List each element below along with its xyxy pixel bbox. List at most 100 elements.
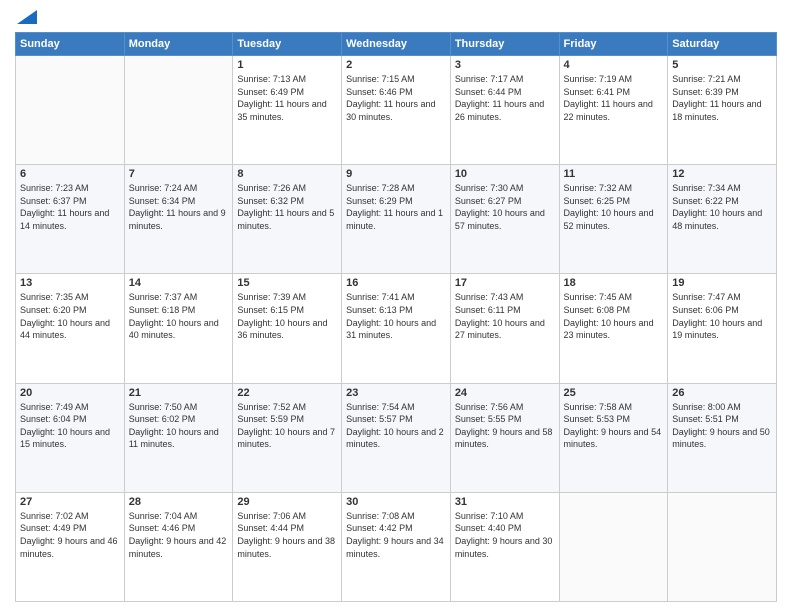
day-info: Sunrise: 7:56 AMSunset: 5:55 PMDaylight:…: [455, 401, 555, 451]
day-number: 31: [455, 496, 555, 508]
day-number: 8: [237, 168, 337, 180]
table-row: 21 Sunrise: 7:50 AMSunset: 6:02 PMDayligh…: [124, 383, 233, 492]
logo-icon: [17, 10, 37, 24]
day-info: Sunrise: 7:49 AMSunset: 6:04 PMDaylight:…: [20, 401, 120, 451]
day-number: 15: [237, 277, 337, 289]
calendar-header-row: Sunday Monday Tuesday Wednesday Thursday…: [16, 33, 777, 56]
day-number: 10: [455, 168, 555, 180]
day-info: Sunrise: 7:08 AMSunset: 4:42 PMDaylight:…: [346, 510, 446, 560]
table-row: 6 Sunrise: 7:23 AMSunset: 6:37 PMDaylight…: [16, 165, 125, 274]
day-info: Sunrise: 7:17 AMSunset: 6:44 PMDaylight:…: [455, 73, 555, 123]
day-info: Sunrise: 7:54 AMSunset: 5:57 PMDaylight:…: [346, 401, 446, 451]
table-row: 30 Sunrise: 7:08 AMSunset: 4:42 PMDayligh…: [342, 492, 451, 601]
day-info: Sunrise: 7:21 AMSunset: 6:39 PMDaylight:…: [672, 73, 772, 123]
day-info: Sunrise: 7:10 AMSunset: 4:40 PMDaylight:…: [455, 510, 555, 560]
table-row: 15Sunrise: 7:39 AMSunset: 6:15 PMDayligh…: [233, 274, 342, 383]
day-number: 3: [455, 59, 555, 71]
day-info: Sunrise: 7:37 AMSunset: 6:18 PMDaylight:…: [129, 291, 229, 341]
table-row: 20 Sunrise: 7:49 AMSunset: 6:04 PMDayligh…: [16, 383, 125, 492]
table-row: 9 Sunrise: 7:28 AMSunset: 6:29 PMDaylight…: [342, 165, 451, 274]
col-monday: Monday: [124, 33, 233, 56]
col-saturday: Saturday: [668, 33, 777, 56]
table-row: 17 Sunrise: 7:43 AMSunset: 6:11 PMDayligh…: [450, 274, 559, 383]
day-info: Sunrise: 7:24 AMSunset: 6:34 PMDaylight:…: [129, 182, 229, 232]
day-number: 30: [346, 496, 446, 508]
day-info: Sunrise: 7:06 AMSunset: 4:44 PMDaylight:…: [237, 510, 337, 560]
day-number: 18: [564, 277, 664, 289]
day-info: Sunrise: 7:58 AMSunset: 5:53 PMDaylight:…: [564, 401, 664, 451]
day-number: 20: [20, 387, 120, 399]
day-number: 4: [564, 59, 664, 71]
table-row: [16, 56, 125, 165]
day-info: Sunrise: 7:02 AMSunset: 4:49 PMDaylight:…: [20, 510, 120, 560]
table-row: 23 Sunrise: 7:54 AMSunset: 5:57 PMDayligh…: [342, 383, 451, 492]
table-row: 11Sunrise: 7:32 AMSunset: 6:25 PMDayligh…: [559, 165, 668, 274]
day-info: Sunrise: 8:00 AMSunset: 5:51 PMDaylight:…: [672, 401, 772, 451]
day-info: Sunrise: 7:41 AMSunset: 6:13 PMDaylight:…: [346, 291, 446, 341]
day-info: Sunrise: 7:30 AMSunset: 6:27 PMDaylight:…: [455, 182, 555, 232]
day-info: Sunrise: 7:50 AMSunset: 6:02 PMDaylight:…: [129, 401, 229, 451]
day-info: Sunrise: 7:45 AMSunset: 6:08 PMDaylight:…: [564, 291, 664, 341]
col-friday: Friday: [559, 33, 668, 56]
day-number: 11: [564, 168, 664, 180]
table-row: 3 Sunrise: 7:17 AMSunset: 6:44 PMDaylight…: [450, 56, 559, 165]
day-number: 19: [672, 277, 772, 289]
day-info: Sunrise: 7:15 AMSunset: 6:46 PMDaylight:…: [346, 73, 446, 123]
day-info: Sunrise: 7:43 AMSunset: 6:11 PMDaylight:…: [455, 291, 555, 341]
day-number: 7: [129, 168, 229, 180]
table-row: 7 Sunrise: 7:24 AMSunset: 6:34 PMDaylight…: [124, 165, 233, 274]
table-row: 31 Sunrise: 7:10 AMSunset: 4:40 PMDayligh…: [450, 492, 559, 601]
table-row: 16Sunrise: 7:41 AMSunset: 6:13 PMDayligh…: [342, 274, 451, 383]
day-number: 21: [129, 387, 229, 399]
day-number: 23: [346, 387, 446, 399]
calendar-table: Sunday Monday Tuesday Wednesday Thursday…: [15, 32, 777, 602]
day-number: 26: [672, 387, 772, 399]
table-row: 27 Sunrise: 7:02 AMSunset: 4:49 PMDayligh…: [16, 492, 125, 601]
day-number: 27: [20, 496, 120, 508]
table-row: 28Sunrise: 7:04 AMSunset: 4:46 PMDayligh…: [124, 492, 233, 601]
day-number: 25: [564, 387, 664, 399]
table-row: 25 Sunrise: 7:58 AMSunset: 5:53 PMDayligh…: [559, 383, 668, 492]
day-info: Sunrise: 7:47 AMSunset: 6:06 PMDaylight:…: [672, 291, 772, 341]
table-row: [668, 492, 777, 601]
day-number: 2: [346, 59, 446, 71]
day-info: Sunrise: 7:23 AMSunset: 6:37 PMDaylight:…: [20, 182, 120, 232]
day-number: 17: [455, 277, 555, 289]
table-row: 5 Sunrise: 7:21 AMSunset: 6:39 PMDaylight…: [668, 56, 777, 165]
day-number: 29: [237, 496, 337, 508]
table-row: [124, 56, 233, 165]
table-row: 18 Sunrise: 7:45 AMSunset: 6:08 PMDayligh…: [559, 274, 668, 383]
table-row: 8 Sunrise: 7:26 AMSunset: 6:32 PMDaylight…: [233, 165, 342, 274]
table-row: 26 Sunrise: 8:00 AMSunset: 5:51 PMDayligh…: [668, 383, 777, 492]
day-info: Sunrise: 7:28 AMSunset: 6:29 PMDaylight:…: [346, 182, 446, 232]
day-info: Sunrise: 7:35 AMSunset: 6:20 PMDaylight:…: [20, 291, 120, 341]
day-number: 22: [237, 387, 337, 399]
table-row: 12Sunrise: 7:34 AMSunset: 6:22 PMDayligh…: [668, 165, 777, 274]
col-thursday: Thursday: [450, 33, 559, 56]
page: Sunday Monday Tuesday Wednesday Thursday…: [0, 0, 792, 612]
day-info: Sunrise: 7:26 AMSunset: 6:32 PMDaylight:…: [237, 182, 337, 232]
day-number: 5: [672, 59, 772, 71]
calendar-week-row: 1Sunrise: 7:13 AMSunset: 6:49 PMDaylight…: [16, 56, 777, 165]
day-number: 24: [455, 387, 555, 399]
day-number: 14: [129, 277, 229, 289]
day-number: 12: [672, 168, 772, 180]
calendar-week-row: 27 Sunrise: 7:02 AMSunset: 4:49 PMDayligh…: [16, 492, 777, 601]
logo: [15, 10, 37, 24]
col-wednesday: Wednesday: [342, 33, 451, 56]
day-number: 13: [20, 277, 120, 289]
table-row: 2 Sunrise: 7:15 AMSunset: 6:46 PMDaylight…: [342, 56, 451, 165]
day-info: Sunrise: 7:52 AMSunset: 5:59 PMDaylight:…: [237, 401, 337, 451]
table-row: 1Sunrise: 7:13 AMSunset: 6:49 PMDaylight…: [233, 56, 342, 165]
table-row: [559, 492, 668, 601]
col-sunday: Sunday: [16, 33, 125, 56]
col-tuesday: Tuesday: [233, 33, 342, 56]
header: [15, 10, 777, 24]
day-number: 6: [20, 168, 120, 180]
day-info: Sunrise: 7:13 AMSunset: 6:49 PMDaylight:…: [237, 73, 337, 123]
table-row: 24 Sunrise: 7:56 AMSunset: 5:55 PMDayligh…: [450, 383, 559, 492]
day-number: 9: [346, 168, 446, 180]
day-number: 28: [129, 496, 229, 508]
table-row: 13 Sunrise: 7:35 AMSunset: 6:20 PMDayligh…: [16, 274, 125, 383]
table-row: 19 Sunrise: 7:47 AMSunset: 6:06 PMDayligh…: [668, 274, 777, 383]
